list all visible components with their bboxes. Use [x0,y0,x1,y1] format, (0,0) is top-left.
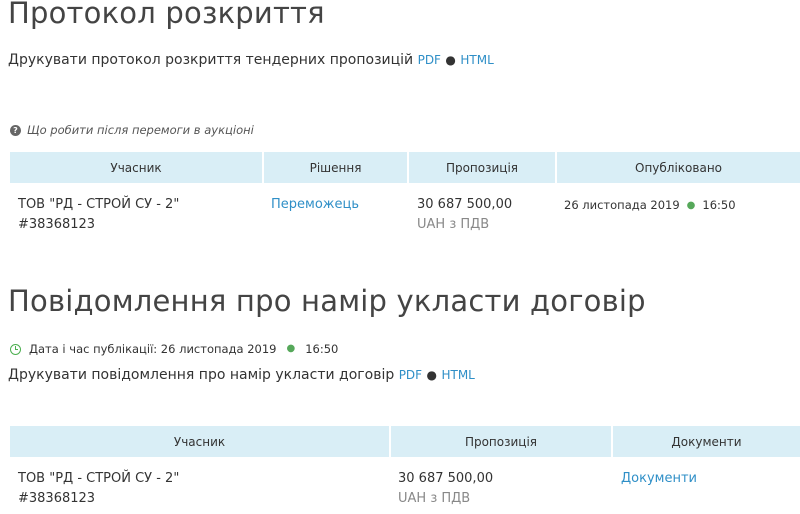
table-header-row: Учасник Пропозиція Документи [10,426,800,457]
table-row: ТОВ "РД - СТРОЙ СУ - 2" #38368123 Перемо… [10,183,800,235]
col-header-offer: Пропозиція [408,152,557,183]
decision-winner-link[interactable]: Переможець [271,197,359,212]
intent-print-line: Друкувати повідомлення про намір укласти… [8,367,475,383]
table-header-row: Учасник Рішення Пропозиція Опубліковано [10,152,800,183]
participant-name: ТОВ "РД - СТРОЙ СУ - 2" [18,471,180,486]
col-header-documents: Документи [612,426,800,457]
clock-icon [10,343,21,355]
table-row: ТОВ "РД - СТРОЙ СУ - 2" #38368123 30 687… [10,457,800,509]
col-header-published: Опубліковано [556,152,800,183]
question-circle-icon: ? [10,124,21,136]
offer-currency: UAH з ПДВ [398,491,471,506]
protocol-table: Учасник Рішення Пропозиція Опубліковано … [10,152,800,235]
documents-link[interactable]: Документи [621,471,697,486]
publication-time: 16:50 [305,342,339,356]
participant-name: ТОВ "РД - СТРОЙ СУ - 2" [18,197,180,212]
offer-amount: 30 687 500,00 [417,197,513,212]
col-header-participant: Учасник [10,152,264,183]
offer-amount: 30 687 500,00 [398,471,494,486]
intent-html-link[interactable]: HTML [441,368,474,382]
published-date: 26 листопада 2019 [564,198,680,212]
published-time: 16:50 [702,198,736,212]
separator-dot: ● [686,200,696,211]
intent-table: Учасник Пропозиція Документи ТОВ "РД - С… [10,426,800,509]
intent-notice-title: Повідомлення про намір укласти договір [8,284,646,318]
protocol-print-text: Друкувати протокол розкриття тендерних п… [8,52,414,68]
intent-print-text: Друкувати повідомлення про намір укласти… [8,367,395,383]
protocol-print-line: Друкувати протокол розкриття тендерних п… [8,52,494,68]
separator-dot: ● [426,368,438,382]
offer-currency: UAH з ПДВ [417,217,490,232]
separator-dot: ● [286,342,296,354]
help-link[interactable]: Що робити після перемоги в аукціоні [27,123,254,137]
col-header-participant: Учасник [10,426,391,457]
protocol-pdf-link[interactable]: PDF [418,53,441,67]
intent-pdf-link[interactable]: PDF [399,368,422,382]
col-header-offer: Пропозиція [390,426,613,457]
help-line[interactable]: ? Що робити після перемоги в аукціоні [10,123,254,137]
publication-datetime: Дата і час публікації: 26 листопада 2019 [29,342,277,356]
participant-id: #38368123 [18,491,96,506]
separator-dot: ● [445,53,456,67]
participant-id: #38368123 [18,217,96,232]
publication-info: Дата і час публікації: 26 листопада 2019… [10,342,338,356]
col-header-decision: Рішення [263,152,409,183]
protocol-html-link[interactable]: HTML [460,53,493,67]
protocol-title: Протокол розкриття [8,0,325,30]
